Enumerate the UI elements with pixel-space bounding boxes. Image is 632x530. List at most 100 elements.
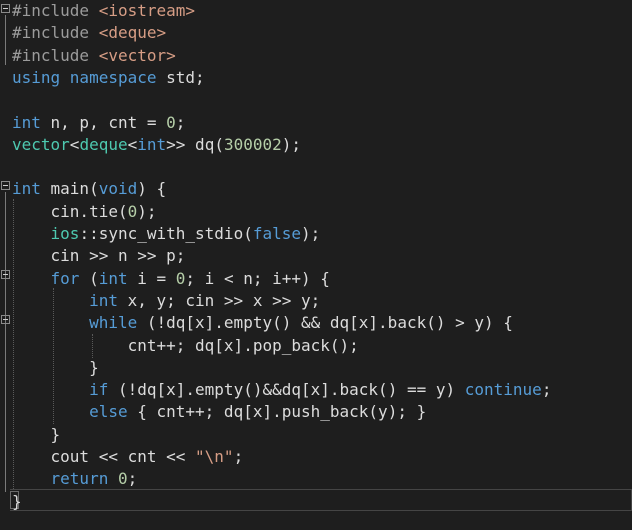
code-line-10[interactable]: cin.tie(0);: [0, 201, 632, 223]
code-line-text: using namespace std;: [12, 67, 205, 89]
code-token: }: [12, 424, 61, 444]
code-line-text: cnt++; dq[x].pop_back();: [12, 335, 359, 357]
code-line-text: vector<deque<int>> dq(300002);: [12, 134, 301, 156]
code-line-9[interactable]: int main(void) {: [0, 178, 632, 200]
code-line-5[interactable]: [0, 89, 632, 111]
code-line-7[interactable]: vector<deque<int>> dq(300002);: [0, 134, 632, 156]
code-line-3[interactable]: #include <vector>: [0, 45, 632, 67]
code-token: int: [89, 290, 128, 310]
code-token: vector: [12, 134, 70, 154]
code-line-12[interactable]: cin >> n >> p;: [0, 245, 632, 267]
code-token: ::sync_with_stdio(: [79, 224, 253, 243]
code-line-15[interactable]: while (!dq[x].empty() && dq[x].back() > …: [0, 312, 632, 334]
code-line-text: ios::sync_with_stdio(false);: [12, 223, 321, 245]
code-line-text: if (!dq[x].empty()&&dq[x].back() == y) c…: [12, 379, 551, 401]
code-token: int: [137, 134, 167, 154]
code-token: cin >> n >> p;: [12, 246, 186, 266]
code-token: (!dq[x].empty()&&dq[x].back() == y): [117, 380, 465, 400]
code-token: 0: [175, 268, 186, 288]
code-token: ;: [127, 469, 138, 489]
code-line-text: for (int i = 0; i < n; i++) {: [12, 268, 330, 290]
code-line-8[interactable]: [0, 156, 632, 178]
code-token: main(: [50, 179, 99, 199]
code-line-18[interactable]: if (!dq[x].empty()&&dq[x].back() == y) c…: [0, 379, 632, 401]
code-token: <: [127, 134, 138, 154]
code-line-text: #include <vector>: [12, 45, 176, 67]
code-line-1[interactable]: #include <iostream>: [0, 0, 632, 22]
code-token: (: [89, 268, 99, 288]
code-token: );: [301, 224, 321, 243]
code-line-text: cin >> n >> p;: [12, 245, 186, 267]
code-line-20[interactable]: }: [0, 424, 632, 446]
code-line-13[interactable]: for (int i = 0; i < n; i++) {: [0, 268, 632, 290]
code-line-2[interactable]: #include <deque>: [0, 22, 632, 44]
code-token: ;: [541, 380, 552, 400]
code-token: int: [12, 179, 51, 199]
code-line-text: }: [12, 357, 99, 379]
code-line-17[interactable]: }: [0, 357, 632, 379]
code-token: cout << cnt <<: [12, 447, 196, 466]
code-token: void: [98, 179, 138, 199]
code-token: return: [50, 469, 118, 489]
code-token: );: [281, 134, 302, 154]
code-line-6[interactable]: int n, p, cnt = 0;: [0, 112, 632, 134]
code-line-text: }: [12, 491, 22, 513]
code-token: x, y; cin >> x >> y;: [127, 290, 321, 310]
code-token: while: [89, 313, 147, 333]
code-line-16[interactable]: cnt++; dq[x].pop_back();: [0, 335, 632, 357]
code-line-text: return 0;: [12, 468, 138, 490]
code-line-text: while (!dq[x].empty() && dq[x].back() > …: [12, 312, 513, 334]
code-token: for: [50, 268, 90, 288]
code-token: #include: [12, 45, 99, 65]
code-token: <: [69, 134, 80, 154]
code-token: false: [252, 224, 301, 243]
code-line-22[interactable]: return 0;: [0, 468, 632, 490]
code-token: { cnt++; dq[x].push_back(y); }: [137, 402, 427, 422]
code-token: );: [137, 201, 157, 221]
code-line-text: }: [12, 424, 61, 446]
code-token: <deque>: [98, 23, 167, 43]
code-token: cin.tie(: [12, 201, 128, 221]
code-token: <vector>: [98, 45, 176, 65]
code-token: 0: [166, 112, 176, 132]
code-line-text: cin.tie(0);: [12, 201, 157, 223]
code-token: n, p, cnt =: [50, 112, 167, 132]
code-line-text: cout << cnt << "\n";: [12, 446, 244, 468]
code-token: int: [98, 268, 138, 288]
code-token: >> dq(: [166, 134, 224, 154]
code-token: }: [12, 357, 99, 377]
code-token: }: [12, 491, 22, 511]
code-token: #include: [12, 1, 99, 20]
code-token: i =: [137, 268, 176, 288]
code-token: ;: [175, 112, 186, 132]
code-token: namespace: [69, 67, 167, 87]
code-token: ) {: [137, 179, 167, 199]
code-line-23[interactable]: }: [0, 491, 632, 513]
code-token: std;: [166, 67, 205, 87]
code-token: 300002: [223, 134, 282, 154]
code-token: continue: [464, 380, 542, 400]
code-line-21[interactable]: cout << cnt << "\n";: [0, 446, 632, 468]
code-token: else: [89, 402, 138, 422]
code-line-4[interactable]: using namespace std;: [0, 67, 632, 89]
code-token: <iostream>: [98, 1, 196, 20]
code-line-text: int x, y; cin >> x >> y;: [12, 290, 320, 312]
code-editor[interactable]: #include <iostream> #include <deque> #incl…: [0, 0, 632, 530]
code-token: int: [12, 112, 51, 132]
code-token: "\n": [195, 447, 234, 466]
code-token: using: [12, 67, 70, 87]
code-line-11[interactable]: ios::sync_with_stdio(false);: [0, 223, 632, 245]
code-token: cnt++; dq[x].pop_back();: [12, 335, 359, 355]
code-line-text: int n, p, cnt = 0;: [12, 112, 185, 134]
code-line-14[interactable]: int x, y; cin >> x >> y;: [0, 290, 632, 312]
code-token: 0: [117, 469, 128, 489]
code-line-19[interactable]: else { cnt++; dq[x].push_back(y); }: [0, 401, 632, 423]
code-token: #include: [12, 23, 99, 43]
